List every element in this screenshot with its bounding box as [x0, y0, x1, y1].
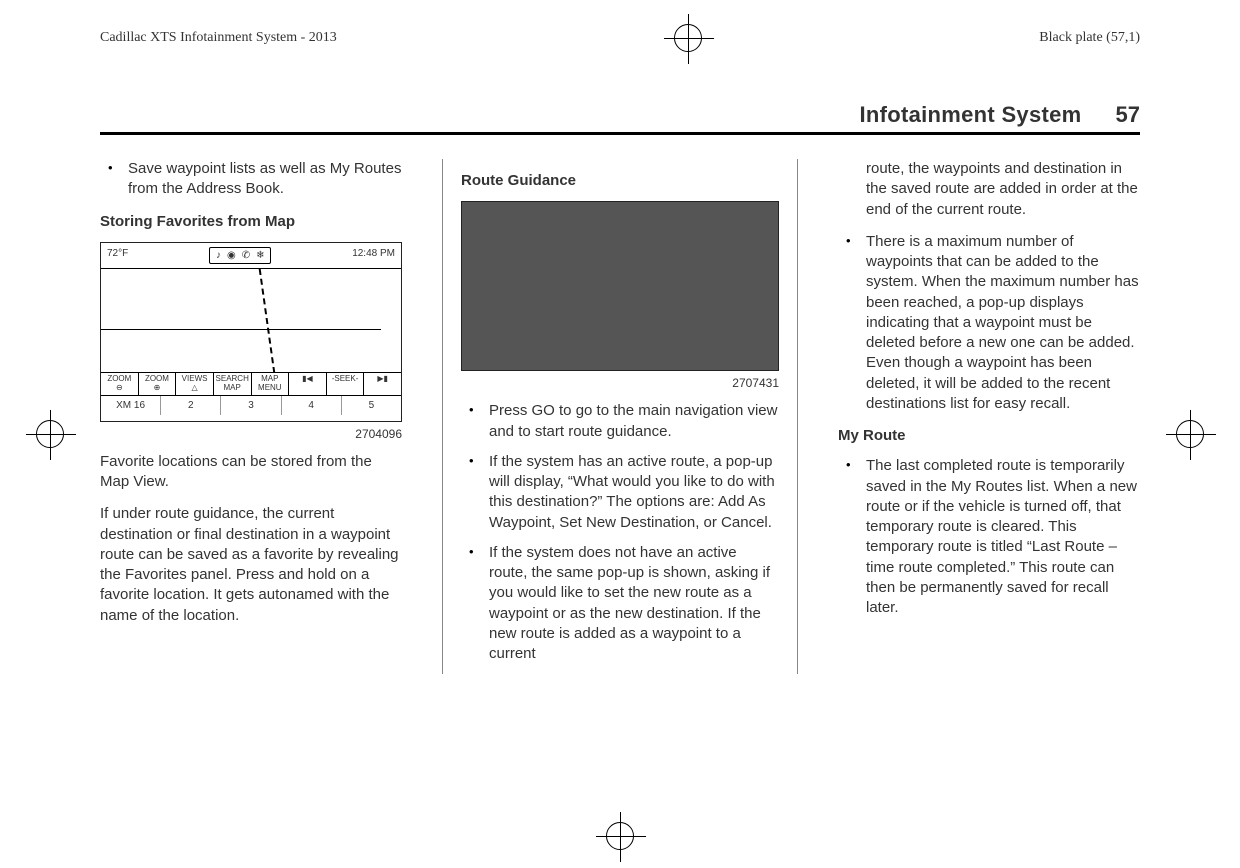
para-route-continuation: route, the waypoints and destination in … — [838, 159, 1140, 220]
figure-route — [461, 201, 779, 371]
figure-caption-route: 2707431 — [461, 375, 779, 391]
doc-header-left: Cadillac XTS Infotainment System - 2013 — [100, 30, 337, 46]
preset-3[interactable]: 3 — [221, 396, 281, 416]
preset-5[interactable]: 5 — [342, 396, 401, 416]
search-map-button[interactable]: SEARCH MAP — [214, 373, 252, 395]
preset-xm[interactable]: XM 16 — [101, 396, 161, 416]
bullet-active-route: If the system has an active route, a pop… — [461, 452, 779, 533]
doc-header-right: Black plate (57,1) — [1039, 30, 1140, 46]
heading-storing-favorites: Storing Favorites from Map — [100, 212, 402, 232]
seek-button[interactable]: -SEEK- — [327, 373, 365, 395]
map-road-2 — [101, 329, 381, 330]
compass-icon: ◉ — [227, 249, 236, 263]
weather-icon: ❄ — [256, 249, 264, 263]
preset-4[interactable]: 4 — [282, 396, 342, 416]
views-button[interactable]: VIEWS △ — [176, 373, 214, 395]
music-icon: ♪ — [216, 249, 221, 263]
crop-mark-left — [36, 420, 64, 448]
map-status-icons: ♪ ◉ ✆ ❄ — [209, 247, 272, 265]
bullet-no-active-route: If the system does not have an active ro… — [461, 543, 779, 665]
column-3: route, the waypoints and destination in … — [820, 159, 1140, 674]
map-temp: 72°F — [107, 247, 128, 265]
para-favorite-locations: Favorite locations can be stored from th… — [100, 452, 402, 493]
bullet-press-go: Press GO to go to the main navigation vi… — [461, 401, 779, 442]
next-track-button[interactable]: ▶▮ — [364, 373, 401, 395]
para-route-guidance-save: If under route guidance, the current des… — [100, 504, 402, 626]
map-time: 12:48 PM — [352, 247, 395, 265]
heading-my-route: My Route — [838, 426, 1140, 446]
zoom-out-button[interactable]: ZOOM ⊖ — [101, 373, 139, 395]
crop-mark-right — [1176, 420, 1204, 448]
column-2: Route Guidance 2707431 Press GO to go to… — [442, 159, 798, 674]
heading-route-guidance: Route Guidance — [461, 171, 779, 191]
map-road-1 — [259, 269, 276, 373]
preset-2[interactable]: 2 — [161, 396, 221, 416]
bullet-last-route: The last completed route is temporarily … — [838, 456, 1140, 618]
crop-mark-top — [674, 24, 702, 52]
prev-track-button[interactable]: ▮◀ — [289, 373, 327, 395]
column-1: Save waypoint lists as well as My Routes… — [100, 159, 420, 674]
page-number: 57 — [1116, 102, 1140, 128]
bullet-save-waypoint: Save waypoint lists as well as My Routes… — [100, 159, 402, 200]
map-menu-button[interactable]: MAP MENU — [252, 373, 290, 395]
zoom-in-button[interactable]: ZOOM ⊕ — [139, 373, 177, 395]
figure-caption-map: 2704096 — [100, 426, 402, 442]
crop-mark-bottom — [606, 822, 634, 850]
bullet-max-waypoints: There is a maximum number of waypoints t… — [838, 232, 1140, 414]
figure-map: 72°F ♪ ◉ ✆ ❄ 12:48 PM ZOOM ⊖ ZOOM ⊕ — [100, 242, 402, 422]
section-title: Infotainment System — [859, 102, 1081, 128]
phone-icon: ✆ — [242, 249, 250, 263]
